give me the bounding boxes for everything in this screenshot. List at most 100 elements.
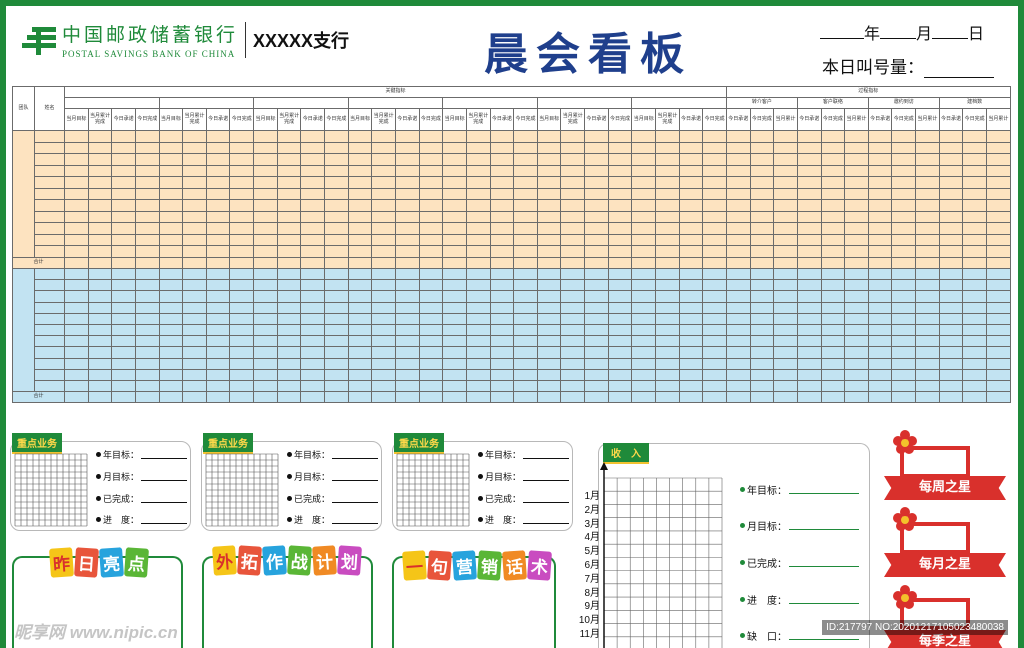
value-cell xyxy=(158,290,184,303)
value-cell xyxy=(915,368,940,381)
value-cell xyxy=(513,346,538,359)
value-cell xyxy=(891,290,917,303)
value-cell xyxy=(111,290,136,303)
value-cell xyxy=(891,210,917,223)
value-cell xyxy=(962,391,987,404)
value-cell xyxy=(276,233,302,246)
value-cell xyxy=(371,312,396,325)
value-cell xyxy=(64,164,89,177)
value-cell xyxy=(276,210,302,223)
value-cell xyxy=(891,391,917,404)
value-cell xyxy=(986,312,1011,325)
team-a-row xyxy=(13,164,1011,177)
value-cell xyxy=(986,199,1011,212)
value-cell xyxy=(655,368,680,381)
value-cell xyxy=(962,290,987,303)
value-cell xyxy=(182,290,207,303)
value-cell xyxy=(796,256,822,269)
sub-col-header: 当月目标 xyxy=(253,108,278,131)
value-cell xyxy=(111,379,136,393)
value-cell xyxy=(820,222,846,235)
value-cell xyxy=(725,210,751,223)
value-cell xyxy=(182,279,207,292)
value-cell xyxy=(796,357,822,370)
name-cell xyxy=(34,164,65,177)
value-cell xyxy=(702,391,727,404)
value-cell xyxy=(182,335,207,348)
month-goal-field: 月目标： xyxy=(287,470,379,483)
value-cell xyxy=(513,301,538,314)
value-cell xyxy=(465,290,491,303)
value-cell xyxy=(796,245,822,258)
value-cell xyxy=(725,222,751,235)
value-cell xyxy=(489,379,515,393)
value-cell xyxy=(655,210,680,223)
value-cell xyxy=(276,176,302,189)
value-cell xyxy=(844,346,869,359)
value-cell xyxy=(962,379,987,393)
value-cell xyxy=(64,346,89,359)
value-cell xyxy=(702,357,727,370)
total-label: 合计 xyxy=(12,391,65,404)
value-cell xyxy=(796,267,822,281)
value-cell xyxy=(678,335,704,348)
name-cell xyxy=(34,368,65,381)
value-cell xyxy=(182,391,207,404)
value-cell xyxy=(347,245,373,258)
value-cell xyxy=(560,368,586,381)
value-cell xyxy=(655,130,680,143)
value-cell xyxy=(182,164,207,177)
value-cell xyxy=(867,267,893,281)
value-cell xyxy=(64,245,89,258)
value-cell xyxy=(489,357,515,370)
value-cell xyxy=(725,335,751,348)
value-cell xyxy=(87,199,113,212)
value-cell xyxy=(134,256,160,269)
name-cell xyxy=(34,379,65,393)
value-cell xyxy=(276,164,302,177)
value-cell xyxy=(205,222,231,235)
value-cell xyxy=(938,357,964,370)
value-cell xyxy=(820,391,846,404)
value-cell xyxy=(300,301,326,314)
value-cell xyxy=(229,222,255,235)
value-cell xyxy=(584,267,609,281)
value-cell xyxy=(276,187,302,200)
value-cell xyxy=(442,279,467,292)
value-cell xyxy=(631,153,657,166)
name-cell xyxy=(34,153,65,166)
value-cell xyxy=(253,187,278,200)
value-cell xyxy=(465,312,491,325)
value-cell xyxy=(986,357,1011,370)
value-cell xyxy=(702,267,727,281)
value-cell xyxy=(773,164,798,177)
value-cell xyxy=(725,279,751,292)
value-cell xyxy=(111,199,136,212)
value-cell xyxy=(867,323,893,337)
value-cell xyxy=(678,222,704,235)
value-cell xyxy=(324,164,349,177)
value-cell xyxy=(891,164,917,177)
value-cell xyxy=(915,379,940,393)
value-cell xyxy=(986,153,1011,166)
value-cell xyxy=(394,267,420,281)
value-cell xyxy=(773,301,798,314)
value-cell xyxy=(607,335,633,348)
value-cell xyxy=(962,357,987,370)
sub-col-header: 今日完成 xyxy=(513,108,538,131)
value-cell xyxy=(324,346,349,359)
value-cell xyxy=(394,312,420,325)
total-label: 合计 xyxy=(12,256,65,269)
value-cell xyxy=(702,368,727,381)
value-cell xyxy=(560,245,586,258)
value-cell xyxy=(844,233,869,246)
value-cell xyxy=(134,368,160,381)
team-a-row xyxy=(13,199,1011,212)
value-cell xyxy=(584,141,609,154)
value-cell xyxy=(655,379,680,393)
value-cell xyxy=(749,153,775,166)
value-cell xyxy=(560,187,586,200)
value-cell xyxy=(962,335,987,348)
value-cell xyxy=(796,187,822,200)
value-cell xyxy=(394,153,420,166)
